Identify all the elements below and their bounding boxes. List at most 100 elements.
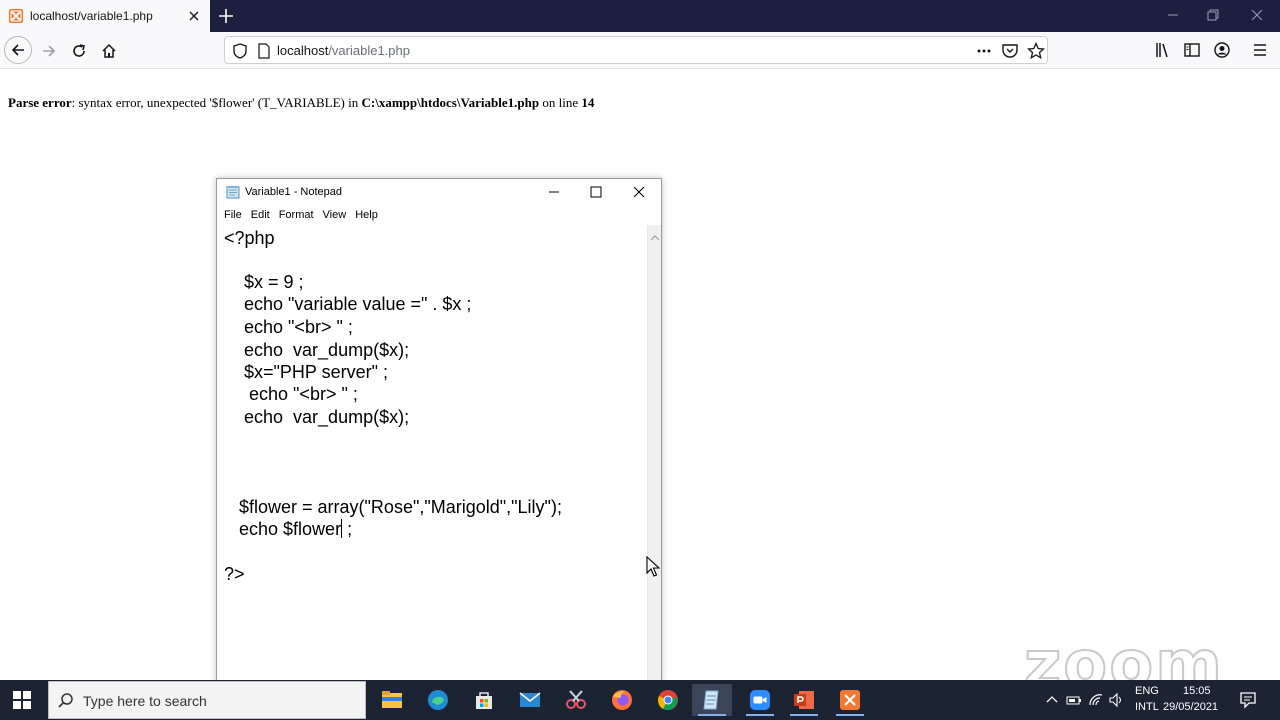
notepad-title: Variable1 - Notepad [245,186,343,198]
page-actions-icon[interactable] [975,42,993,60]
browser-toolbar: localhost/variable1.php [0,32,1280,69]
tab-title: localhost/variable1.php [30,9,153,23]
code-line: ?> [224,564,245,584]
menu-help[interactable]: Help [355,209,378,221]
menu-format[interactable]: Format [279,209,314,221]
notepad-icon [703,690,719,710]
active-indicator [698,714,726,716]
taskbar-app-powerpoint[interactable] [784,684,824,716]
forward-button[interactable] [36,38,62,64]
taskbar-app-mail[interactable] [510,684,550,716]
taskbar-app-file-explorer[interactable] [372,684,412,716]
code-line-with-caret: echo $flower ; [224,518,352,540]
snipping-tool-icon [566,690,586,709]
menu-file[interactable]: File [224,209,242,221]
restore-icon[interactable] [1204,6,1222,24]
notepad-menubar: File Edit Format View Help [217,205,661,225]
url-text[interactable]: localhost/variable1.php [277,43,410,58]
error-on-line: on line [539,95,582,110]
wifi-icon[interactable] [1088,692,1104,708]
mail-icon [519,692,541,707]
shield-icon[interactable] [233,43,247,64]
library-icon[interactable] [1154,41,1172,59]
code-line: echo "<br> " ; [224,317,353,337]
taskbar-app-xampp[interactable] [830,684,870,716]
edge-icon [428,690,448,710]
taskbar-app-zoom[interactable] [740,684,780,716]
address-bar[interactable]: localhost/variable1.php [224,36,1048,64]
taskbar-app-edge[interactable] [418,684,458,716]
error-file: C:\xampp\htdocs\Variable1.php [361,95,540,110]
code-line: $flower = array("Rose","Marigold","Lily"… [224,497,562,517]
url-path: /variable1.php [328,43,410,58]
bookmark-star-icon[interactable] [1026,41,1046,60]
notepad-window: Variable1 - Notepad File Edit Format Vie… [216,178,662,682]
forward-arrow-icon [43,45,56,57]
taskbar-app-snipping-tool[interactable] [556,684,596,716]
account-icon[interactable] [1213,41,1231,59]
menu-view[interactable]: View [323,209,347,221]
error-label: Parse error [8,95,72,110]
minimize-icon[interactable] [1164,6,1182,24]
code-line-suffix: ; [342,519,353,539]
home-icon [102,43,116,58]
notepad-minimize-icon[interactable] [545,183,563,201]
close-window-icon[interactable] [1248,6,1266,24]
folder-icon [382,691,402,708]
back-button[interactable] [4,36,32,64]
zoom-app-icon [750,690,770,710]
notepad-titlebar[interactable]: Variable1 - Notepad [217,179,661,205]
code-line: echo "variable value =" . $x ; [224,294,472,314]
xampp-icon [840,690,860,710]
taskbar-app-firefox[interactable] [602,684,642,716]
chrome-icon [658,690,678,711]
active-indicator [746,714,774,716]
code-line: echo "<br> " ; [224,384,358,404]
page-info-icon[interactable] [257,43,271,64]
sidebar-icon[interactable] [1183,41,1201,59]
windows-taskbar: Type here to search ENG INTL 15:05 29/05… [0,680,1280,720]
tab-close-icon[interactable] [186,8,202,24]
reload-button[interactable] [66,38,92,64]
code-line: <?php [224,228,275,248]
notepad-text-area[interactable]: <?php $x = 9 ; echo "variable value =" .… [219,225,647,681]
notification-center-icon[interactable] [1238,690,1258,710]
tray-chevron-up-icon[interactable] [1044,692,1060,708]
battery-icon[interactable] [1066,692,1082,708]
scroll-up-arrow-icon[interactable] [650,229,660,247]
code-line: echo var_dump($x); [224,340,410,360]
code-line: echo $flower [224,519,342,539]
code-line: $x="PHP server" ; [224,362,389,382]
new-tab-icon[interactable] [216,6,236,26]
home-button[interactable] [96,38,122,64]
pocket-icon[interactable] [1001,42,1019,60]
notepad-close-icon[interactable] [630,183,648,201]
clock-date[interactable]: 29/05/2021 [1163,701,1218,713]
firefox-icon [612,690,632,710]
taskbar-search-box[interactable]: Type here to search [48,681,366,719]
windows-start-icon[interactable] [12,690,32,710]
taskbar-app-store[interactable] [464,684,504,716]
back-arrow-icon [11,44,24,56]
notepad-scrollbar[interactable] [647,225,661,681]
url-host: localhost [277,43,329,58]
search-icon [57,692,75,715]
xampp-favicon-icon [9,9,23,23]
error-line-number: 14 [581,95,595,110]
notepad-maximize-icon[interactable] [587,183,605,201]
taskbar-app-chrome[interactable] [648,684,688,716]
code-line: $x = 9 ; [224,272,304,292]
menu-hamburger-icon[interactable] [1251,41,1269,59]
browser-tab[interactable]: localhost/variable1.php [0,0,210,32]
input-language[interactable]: ENG [1135,685,1159,697]
menu-edit[interactable]: Edit [251,209,270,221]
keyboard-layout[interactable]: INTL [1135,701,1159,713]
powerpoint-icon [794,691,814,709]
reload-icon [73,44,85,57]
store-bag-icon [476,692,492,709]
taskbar-app-notepad[interactable] [692,684,732,716]
volume-icon[interactable] [1108,692,1124,708]
clock-time[interactable]: 15:05 [1183,685,1211,697]
active-indicator [836,714,864,716]
error-message: : syntax error, unexpected '$flower' (T_… [71,95,362,110]
